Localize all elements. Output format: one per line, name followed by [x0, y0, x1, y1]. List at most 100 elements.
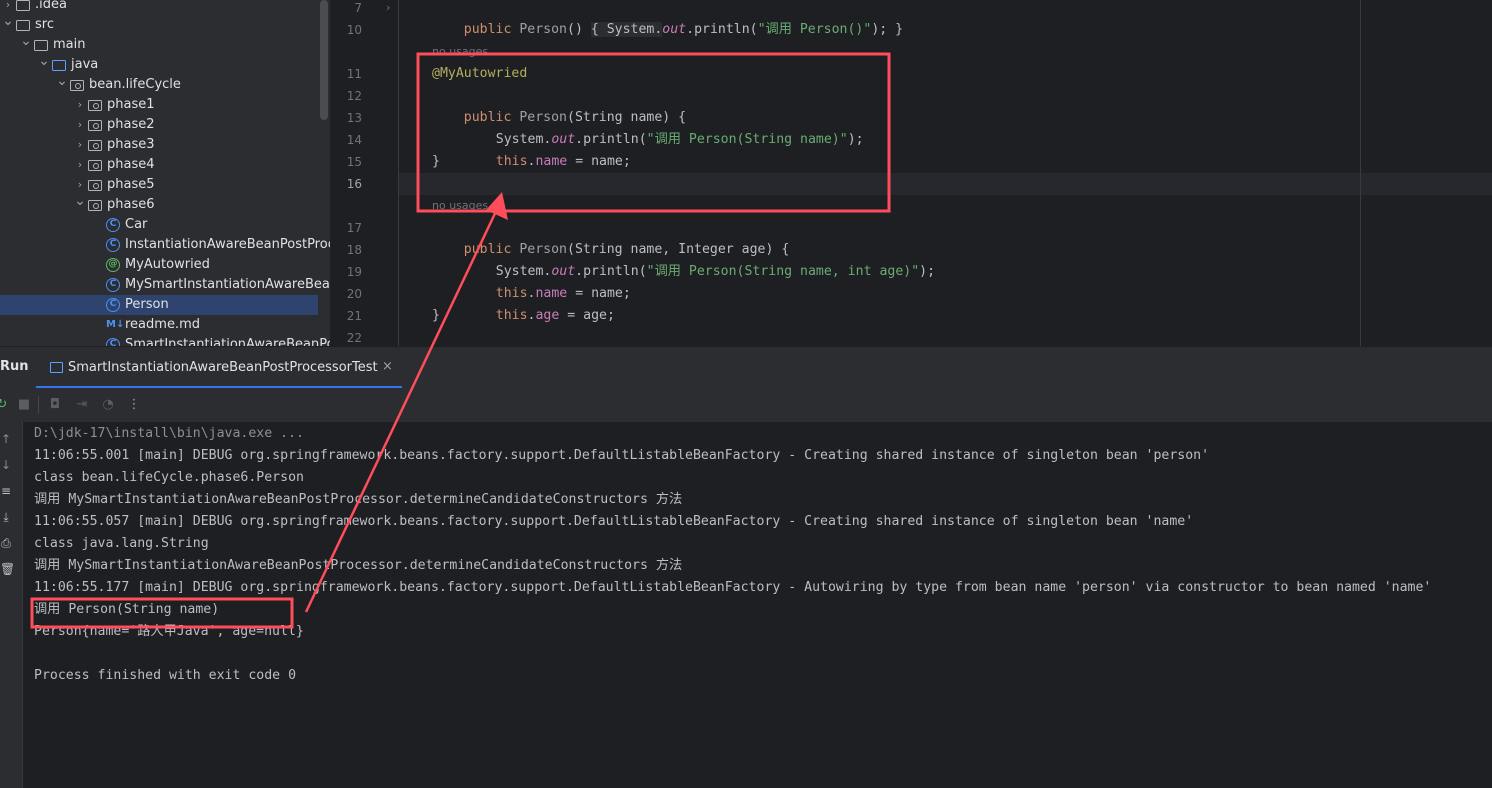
chevron-down-icon[interactable]: ⌄: [55, 71, 69, 91]
code-line-13[interactable]: System.out.println("调用 Person(String nam…: [464, 107, 864, 147]
tree-item-label: src: [35, 17, 54, 32]
project-scrollbar[interactable]: [320, 0, 328, 120]
usage-hint[interactable]: no usages: [432, 199, 488, 212]
console-line: 调用 Person(String name): [34, 602, 220, 617]
console-line: 11:06:55.001 [main] DEBUG org.springfram…: [34, 448, 1210, 463]
line-number: 14: [346, 133, 362, 147]
console-line: D:\jdk-17\install\bin\java.exe ...: [34, 426, 304, 441]
code-editor[interactable]: 7 › 10 11 12 13 14 15 16 17 18 19 20 21 …: [330, 0, 1492, 346]
annotation-icon: @: [106, 258, 120, 272]
run-configuration-tab[interactable]: SmartInstantiationAwareBeanPostProcessor…: [36, 347, 402, 389]
tree-item-label: phase4: [107, 157, 155, 172]
project-tool-window: › .idea ⌄ src ⌄ main ⌄ java ⌄ bean.lifeCycle › phas…: [0, 0, 330, 346]
tree-item[interactable]: C MySmartInstantiationAwareBeanPostProces…: [0, 275, 330, 295]
tree-item[interactable]: M↓ readme.md: [0, 315, 330, 335]
tree-item[interactable]: › phase1: [0, 95, 330, 115]
folder-icon: [34, 40, 48, 51]
print-icon[interactable]: ⎙: [0, 536, 12, 552]
code-line-15[interactable]: }: [432, 151, 440, 173]
package-icon: [88, 140, 102, 151]
tree-item[interactable]: C SmartInstantiationAwareBeanPostProcesso…: [0, 335, 330, 346]
chevron-right-icon[interactable]: ›: [73, 115, 87, 135]
tree-item[interactable]: C Car: [0, 215, 330, 235]
folder-icon: [16, 0, 30, 11]
class-icon: C: [106, 218, 120, 232]
console-line: 11:06:55.057 [main] DEBUG org.springfram…: [34, 514, 1194, 529]
tree-item[interactable]: ⌄ phase6: [0, 193, 330, 215]
console-output[interactable]: D:\jdk-17\install\bin\java.exe ... 11:06…: [23, 422, 1492, 788]
code-line-12[interactable]: public Person(String name) {: [432, 85, 686, 125]
tree-item[interactable]: › phase3: [0, 135, 330, 155]
line-number: 21: [346, 309, 362, 323]
tree-item[interactable]: @ MyAutowried: [0, 255, 330, 275]
code-line-7[interactable]: public Person() { System.out.println("调用…: [432, 0, 903, 37]
chevron-down-icon[interactable]: ⌄: [37, 51, 51, 71]
line-number: 13: [346, 111, 362, 125]
camera-icon[interactable]: ◘: [47, 397, 63, 413]
chevron-right-icon[interactable]: ›: [73, 155, 87, 175]
code-line-21[interactable]: }: [432, 305, 440, 327]
chevron-down-icon[interactable]: ⌄: [19, 31, 33, 51]
tree-item[interactable]: C InstantiationAwareBeanPostProcessor: [0, 235, 330, 255]
line-number: 17: [346, 221, 362, 235]
current-line-highlight: [398, 173, 1492, 195]
tree-item-label: phase3: [107, 137, 155, 152]
line-number: 16: [346, 177, 362, 191]
chevron-right-icon[interactable]: ›: [73, 95, 87, 115]
code-line-17[interactable]: public Person(String name, Integer age) …: [432, 217, 790, 257]
run-panel-title: Run: [0, 359, 29, 374]
package-icon: [88, 180, 102, 191]
usage-hint[interactable]: no usages: [432, 45, 488, 58]
soft-wrap-icon[interactable]: ≡: [0, 484, 12, 500]
more-options-icon[interactable]: ⋮: [126, 397, 142, 413]
code-line-20[interactable]: this.age = age;: [464, 283, 615, 323]
clear-trash-icon[interactable]: 🗑: [0, 562, 15, 578]
tree-item[interactable]: C Person: [0, 295, 318, 315]
close-tab-icon[interactable]: ×: [382, 359, 393, 374]
tree-item-label: MyAutowried: [125, 257, 210, 272]
line-number: 22: [346, 331, 362, 345]
folder-icon: [16, 20, 30, 31]
stop-icon[interactable]: ■: [16, 397, 32, 413]
tree-item[interactable]: ⌄ java: [0, 53, 330, 75]
console-line: 调用 MySmartInstantiationAwareBeanPostProc…: [34, 558, 683, 573]
code-line-18[interactable]: System.out.println("调用 Person(String nam…: [464, 239, 935, 279]
line-number: 15: [346, 155, 362, 169]
tree-item-label: main: [53, 37, 86, 52]
rerun-icon[interactable]: ↻: [0, 397, 10, 413]
package-icon: [88, 200, 102, 211]
scroll-to-end-icon[interactable]: ⤓: [0, 510, 12, 526]
tree-item[interactable]: ⌄ src: [0, 13, 330, 35]
run-tab-label: SmartInstantiationAwareBeanPostProcessor…: [68, 360, 378, 375]
package-icon: [88, 120, 102, 131]
source-folder-icon: [52, 60, 66, 71]
tree-item-label: Car: [125, 217, 148, 232]
code-line-19[interactable]: this.name = name;: [464, 261, 631, 301]
class-icon: C: [106, 278, 120, 292]
tree-item[interactable]: › phase4: [0, 155, 330, 175]
arrow-down-icon[interactable]: ↓: [0, 458, 12, 474]
fold-arrow-icon[interactable]: ›: [386, 1, 390, 14]
code-line-11[interactable]: @MyAutowried: [432, 63, 527, 85]
arrow-up-icon[interactable]: ↑: [0, 432, 12, 448]
chevron-down-icon[interactable]: ⌄: [73, 191, 87, 211]
markdown-icon: M↓: [106, 319, 125, 330]
chevron-down-icon[interactable]: ⌄: [1, 11, 15, 31]
package-icon: [70, 80, 84, 91]
run-toolbar: ↻ ■ ◘ ⇥ ◔ ⋮: [0, 388, 1492, 422]
export-icon[interactable]: ⇥: [74, 397, 90, 413]
run-config-icon: [50, 362, 63, 373]
coverage-icon[interactable]: ◔: [100, 397, 116, 413]
code-line-14[interactable]: this.name = name;: [464, 129, 631, 169]
tree-item[interactable]: ⌄ bean.lifeCycle: [0, 73, 330, 95]
toolbar-separator: [38, 396, 39, 414]
line-number: 12: [346, 89, 362, 103]
tree-item[interactable]: › .idea: [0, 0, 330, 15]
tree-item[interactable]: › phase5: [0, 175, 330, 195]
line-number: 18: [346, 243, 362, 257]
tree-item-label: InstantiationAwareBeanPostProcessor: [125, 237, 330, 252]
tree-item[interactable]: › phase2: [0, 115, 330, 135]
run-tool-window-header: Run SmartInstantiationAwareBeanPostProce…: [0, 346, 1492, 389]
console-line: Person{name='路人甲Java', age=null}: [34, 624, 304, 639]
chevron-right-icon[interactable]: ›: [73, 135, 87, 155]
